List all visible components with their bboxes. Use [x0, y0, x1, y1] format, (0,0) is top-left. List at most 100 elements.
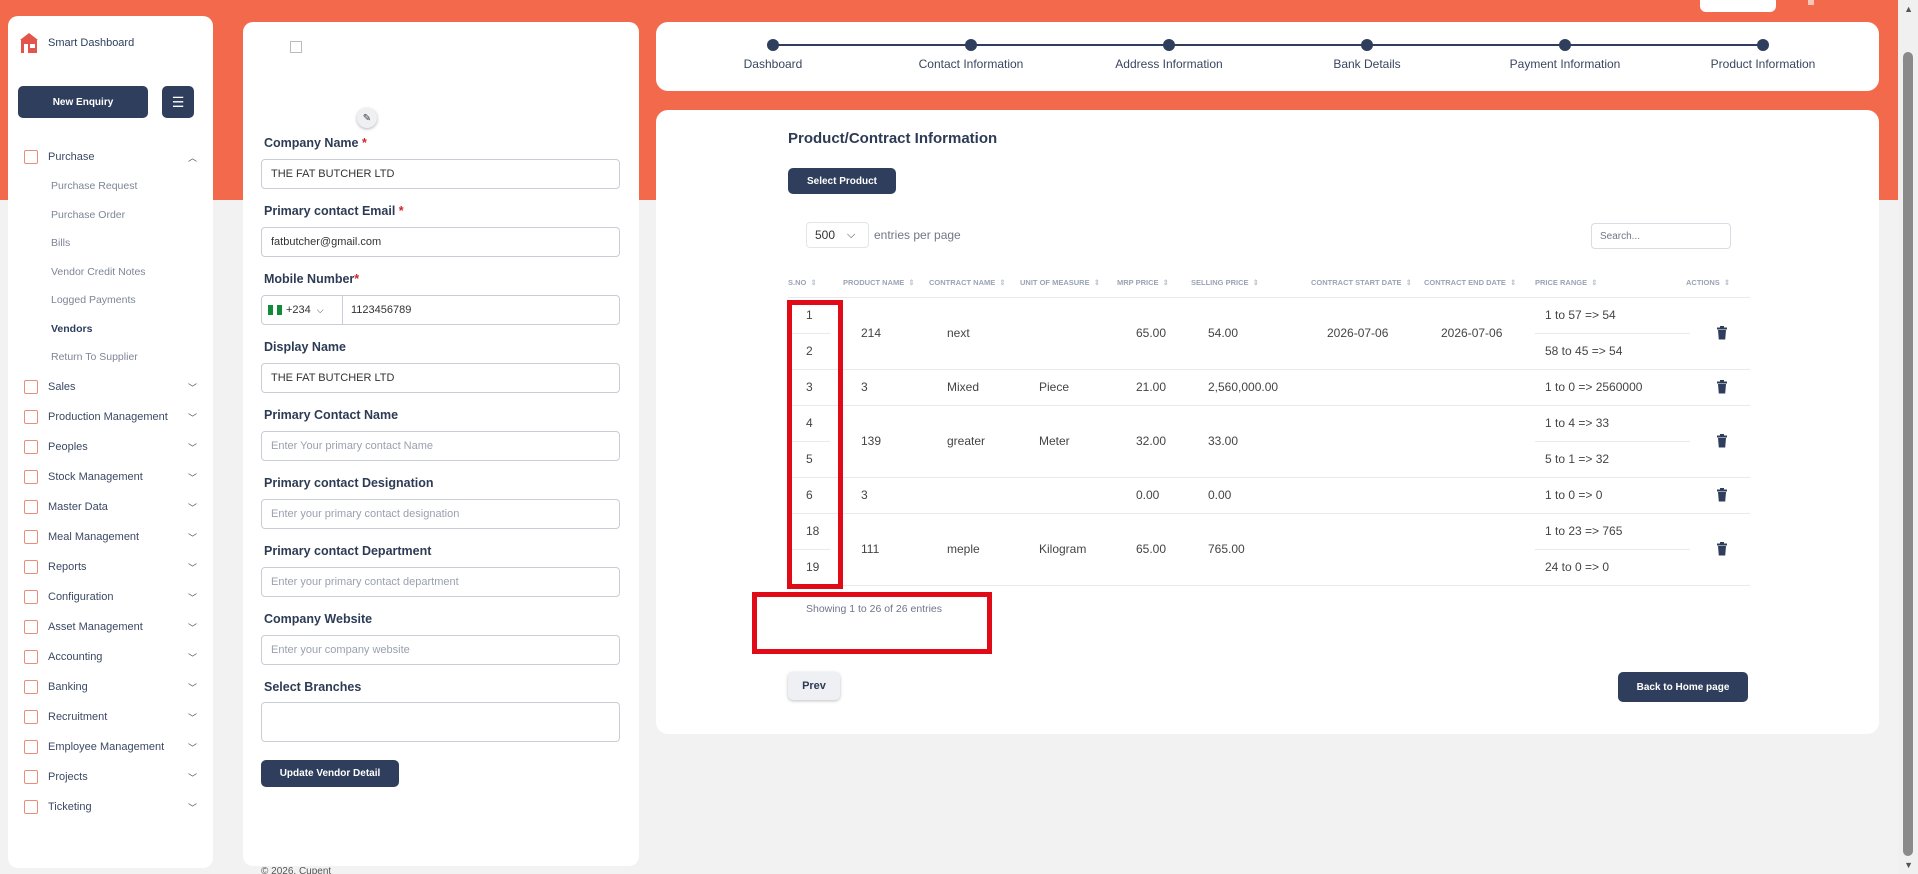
designation-input[interactable]: Enter your primary contact designation: [261, 499, 620, 529]
delete-button[interactable]: [1716, 380, 1728, 399]
country-code-select[interactable]: +234 ⌵: [261, 295, 343, 325]
step-contact-information[interactable]: Contact Information: [891, 39, 1051, 71]
sidebar-subitem-return-to-supplier[interactable]: Return To Supplier: [8, 343, 213, 372]
row-divider: [788, 297, 1750, 298]
cell-contract-name: next: [947, 326, 970, 340]
delete-button[interactable]: [1716, 326, 1728, 345]
sidebar-item-projects[interactable]: Projects ﹀: [8, 762, 213, 792]
sidebar-item-employee-management[interactable]: Employee Management ﹀: [8, 732, 213, 762]
scroll-thumb[interactable]: [1903, 52, 1913, 856]
sidebar-item-accounting[interactable]: Accounting ﹀: [8, 642, 213, 672]
store-logo-icon: [20, 33, 38, 53]
sidebar-item-stock-management[interactable]: Stock Management ﹀: [8, 462, 213, 492]
chevron-down-icon: ﹀: [187, 742, 197, 753]
highlight-box-info: [752, 592, 992, 654]
sidebar-subitem-vendor-credit-notes[interactable]: Vendor Credit Notes: [8, 258, 213, 287]
cell-contract-name: greater: [947, 434, 986, 448]
sidebar-item-purchase[interactable]: Purchase ︿: [8, 142, 213, 172]
step-label: Address Information: [1115, 57, 1223, 71]
column-header[interactable]: UNIT OF MEASURE ⇕: [1020, 278, 1100, 287]
sidebar-item-asset-management[interactable]: Asset Management ﹀: [8, 612, 213, 642]
sidebar-subitem-bills[interactable]: Bills: [8, 229, 213, 258]
update-vendor-button[interactable]: Update Vendor Detail: [261, 760, 399, 787]
recruitment-icon: [24, 709, 38, 724]
email-input[interactable]: fatbutcher@gmail.com: [261, 227, 620, 257]
mobile-input[interactable]: 1123456789: [343, 295, 620, 325]
sort-icon: ⇕: [1162, 278, 1169, 287]
prev-button[interactable]: Prev: [788, 672, 840, 700]
sidebar: Smart Dashboard New Enquiry ☰ Purchase ︿ P…: [8, 16, 213, 868]
page-scrollbar[interactable]: ▲ ▼: [1898, 0, 1918, 874]
cell-price-range: 1 to 4 => 33: [1545, 416, 1610, 430]
delete-button[interactable]: [1716, 542, 1728, 561]
sidebar-item-label: Purchase: [48, 151, 95, 163]
hamburger-icon: ☰: [171, 93, 185, 110]
step-label: Contact Information: [918, 57, 1024, 71]
column-header[interactable]: CONTRACT END DATE ⇕: [1424, 278, 1516, 287]
sidebar-subitem-logged-payments[interactable]: Logged Payments: [8, 286, 213, 315]
cell-price-range: 1 to 23 => 765: [1545, 524, 1623, 538]
sidebar-item-recruitment[interactable]: Recruitment ﹀: [8, 702, 213, 732]
trash-icon: [1717, 326, 1727, 340]
step-dashboard[interactable]: Dashboard: [693, 39, 853, 71]
company-name-input[interactable]: THE FAT BUTCHER LTD: [261, 159, 620, 189]
sidebar-item-banking[interactable]: Banking ﹀: [8, 672, 213, 702]
asset-management-icon: [24, 619, 38, 634]
new-enquiry-button[interactable]: New Enquiry: [18, 86, 148, 118]
sidebar-item-meal-management[interactable]: Meal Management ﹀: [8, 522, 213, 552]
department-input[interactable]: Enter your primary contact department: [261, 567, 620, 597]
sidebar-item-configuration[interactable]: Configuration ﹀: [8, 582, 213, 612]
edit-logo-button[interactable]: ✎: [357, 108, 377, 128]
scroll-down-icon[interactable]: ▼: [1904, 860, 1913, 870]
row-divider: [788, 369, 1750, 370]
chevron-down-icon: ﹀: [187, 712, 197, 723]
delete-button[interactable]: [1716, 434, 1728, 453]
cell-mrp-price: 32.00: [1136, 434, 1167, 448]
display-name-input[interactable]: THE FAT BUTCHER LTD: [261, 363, 620, 393]
sidebar-item-peoples[interactable]: Peoples ﹀: [8, 432, 213, 462]
sort-icon: ⇕: [908, 278, 915, 287]
column-header[interactable]: PRICE RANGE ⇕: [1535, 278, 1597, 287]
column-header[interactable]: CONTRACT START DATE ⇕: [1311, 278, 1412, 287]
branches-select[interactable]: [261, 702, 620, 742]
entries-per-page-select[interactable]: 500 ⌵: [806, 222, 869, 248]
column-header[interactable]: MRP PRICE ⇕: [1117, 278, 1169, 287]
contact-name-input[interactable]: Enter Your primary contact Name: [261, 431, 620, 461]
delete-button[interactable]: [1716, 488, 1728, 507]
step-bank-details[interactable]: Bank Details: [1287, 39, 1447, 71]
top-right-control[interactable]: [1700, 0, 1776, 12]
step-product-information[interactable]: Product Information: [1683, 39, 1843, 71]
chevron-down-icon: ﹀: [187, 442, 197, 453]
column-header[interactable]: PRODUCT NAME ⇕: [843, 278, 915, 287]
sub-row-divider: [1535, 549, 1690, 550]
mobile-field: +234 ⌵ 1123456789: [261, 295, 620, 325]
column-header[interactable]: CONTRACT NAME ⇕: [929, 278, 1006, 287]
sidebar-subitem-purchase-request[interactable]: Purchase Request: [8, 172, 213, 201]
select-product-button[interactable]: Select Product: [788, 168, 896, 194]
sidebar-item-ticketing[interactable]: Ticketing ﹀: [8, 792, 213, 822]
cell-product-name: 3: [861, 380, 868, 394]
sidebar-subitem-purchase-order[interactable]: Purchase Order: [8, 201, 213, 230]
menu-toggle-button[interactable]: ☰: [162, 86, 194, 118]
step-address-information[interactable]: Address Information: [1089, 39, 1249, 71]
sidebar-item-production-management[interactable]: Production Management ﹀: [8, 402, 213, 432]
brand[interactable]: Smart Dashboard: [18, 31, 134, 55]
step-label: Dashboard: [743, 57, 803, 71]
chevron-down-icon: ﹀: [187, 412, 197, 423]
column-header[interactable]: SELLING PRICE ⇕: [1191, 278, 1259, 287]
step-payment-information[interactable]: Payment Information: [1485, 39, 1645, 71]
cell-mrp-price: 65.00: [1136, 542, 1167, 556]
back-home-button[interactable]: Back to Home page: [1618, 672, 1748, 702]
scroll-up-icon[interactable]: ▲: [1904, 4, 1913, 14]
website-input[interactable]: Enter your company website: [261, 635, 620, 665]
sidebar-subitem-vendors[interactable]: Vendors: [8, 315, 213, 344]
sidebar-item-reports[interactable]: Reports ﹀: [8, 552, 213, 582]
table-search-input[interactable]: Search...: [1591, 223, 1731, 249]
sort-icon: ⇕: [1509, 278, 1517, 287]
master-data-icon: [24, 499, 38, 514]
sidebar-item-sales[interactable]: Sales ﹀: [8, 372, 213, 402]
chevron-down-icon: ﹀: [187, 592, 197, 603]
column-header[interactable]: S.NO ⇕: [788, 278, 817, 287]
ticketing-icon: [24, 799, 38, 814]
sidebar-item-master-data[interactable]: Master Data ﹀: [8, 492, 213, 522]
